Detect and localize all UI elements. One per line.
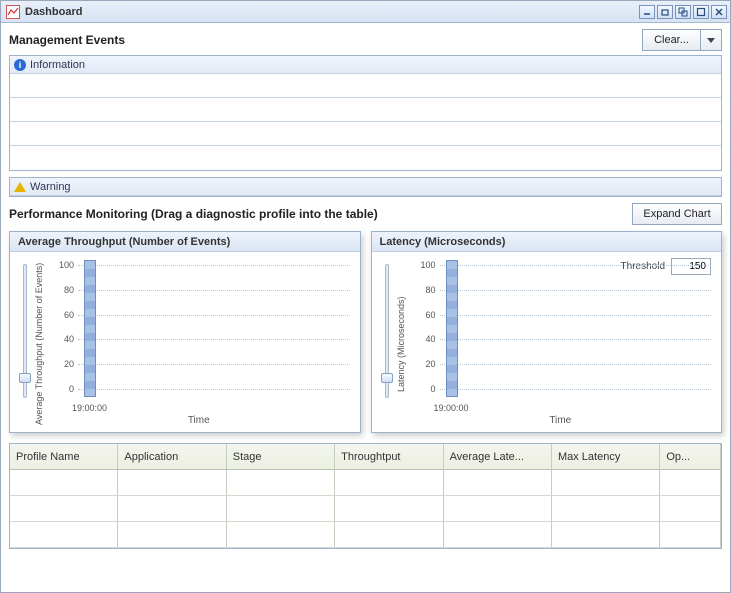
perf-header-row: Performance Monitoring (Drag a diagnosti… (9, 203, 722, 225)
table-row (10, 470, 721, 496)
clear-button-group: Clear... (642, 29, 722, 51)
slider-thumb-icon[interactable] (19, 373, 31, 383)
table-row (10, 522, 721, 548)
throughput-chart: Average Throughput (Number of Events) Av… (9, 231, 361, 433)
ytick: 20 (412, 359, 436, 369)
col-throughput[interactable]: Throughtput (335, 444, 443, 469)
col-application[interactable]: Application (118, 444, 226, 469)
latency-chart: Latency (Microseconds) Threshold Latency… (371, 231, 723, 433)
latency-slider[interactable] (378, 260, 396, 428)
slider-thumb-icon[interactable] (381, 373, 393, 383)
ytick: 80 (50, 285, 74, 295)
ytick: 0 (412, 384, 436, 394)
latency-body: Threshold Latency (Microseconds) 100 80 … (372, 252, 722, 432)
management-title: Management Events (9, 33, 642, 47)
col-op[interactable]: Op... (660, 444, 721, 469)
ytick: 60 (50, 310, 74, 320)
warning-icon (14, 182, 26, 192)
perf-title: Performance Monitoring (Drag a diagnosti… (9, 207, 632, 221)
information-label: Information (30, 59, 85, 71)
window-controls (639, 5, 727, 19)
restore-button[interactable] (657, 5, 673, 19)
col-max-latency[interactable]: Max Latency (552, 444, 660, 469)
latency-plot: 100 80 60 40 20 0 (412, 260, 716, 397)
col-stage[interactable]: Stage (227, 444, 335, 469)
col-profile-name[interactable]: Profile Name (10, 444, 118, 469)
ytick: 40 (412, 334, 436, 344)
profiles-table: Profile Name Application Stage Throughtp… (9, 443, 722, 549)
maximize-button[interactable] (693, 5, 709, 19)
xtick: 19:00:00 (434, 403, 469, 413)
content-area: Management Events Clear... i Information… (1, 23, 730, 592)
chevron-down-icon (707, 38, 715, 43)
warning-panel: Warning (9, 177, 722, 197)
clear-button[interactable]: Clear... (642, 29, 700, 51)
ytick: 40 (50, 334, 74, 344)
bar-strip (446, 260, 458, 397)
info-icon: i (14, 59, 26, 71)
minimize-button[interactable] (639, 5, 655, 19)
throughput-slider[interactable] (16, 260, 34, 428)
info-row (10, 98, 721, 122)
ytick: 80 (412, 285, 436, 295)
info-row (10, 74, 721, 98)
charts-row: Average Throughput (Number of Events) Av… (9, 231, 722, 433)
ytick: 0 (50, 384, 74, 394)
info-row (10, 122, 721, 146)
throughput-title: Average Throughput (Number of Events) (10, 232, 360, 252)
latency-ylabel: Latency (Microseconds) (396, 260, 406, 428)
ytick: 20 (50, 359, 74, 369)
expand-chart-button[interactable]: Expand Chart (632, 203, 722, 225)
warning-header: Warning (10, 178, 721, 196)
information-header: i Information (10, 56, 721, 74)
ytick: 60 (412, 310, 436, 320)
throughput-body: Average Throughput (Number of Events) 10… (10, 252, 360, 432)
dashboard-icon (6, 5, 20, 19)
throughput-plot-col: 100 80 60 40 20 0 (44, 260, 354, 428)
col-avg-latency[interactable]: Average Late... (444, 444, 552, 469)
ytick: 100 (412, 260, 436, 270)
xtick: 19:00:00 (72, 403, 107, 413)
bar-strip (84, 260, 96, 397)
detach-button[interactable] (675, 5, 691, 19)
ytick: 100 (50, 260, 74, 270)
info-row (10, 146, 721, 170)
information-panel: i Information (9, 55, 722, 171)
dashboard-window: Dashboard Management Events Clear... i I… (0, 0, 731, 593)
throughput-ylabel: Average Throughput (Number of Events) (34, 260, 44, 428)
latency-title: Latency (Microseconds) (372, 232, 722, 252)
table-row (10, 496, 721, 522)
titlebar: Dashboard (1, 1, 730, 23)
window-title: Dashboard (25, 6, 639, 18)
table-header: Profile Name Application Stage Throughtp… (10, 444, 721, 470)
throughput-plot: 100 80 60 40 20 0 (50, 260, 354, 397)
warning-label: Warning (30, 181, 71, 193)
table-body[interactable] (10, 470, 721, 548)
close-button[interactable] (711, 5, 727, 19)
clear-dropdown[interactable] (700, 29, 722, 51)
latency-plot-col: 100 80 60 40 20 0 (406, 260, 716, 428)
management-header-row: Management Events Clear... (9, 29, 722, 51)
